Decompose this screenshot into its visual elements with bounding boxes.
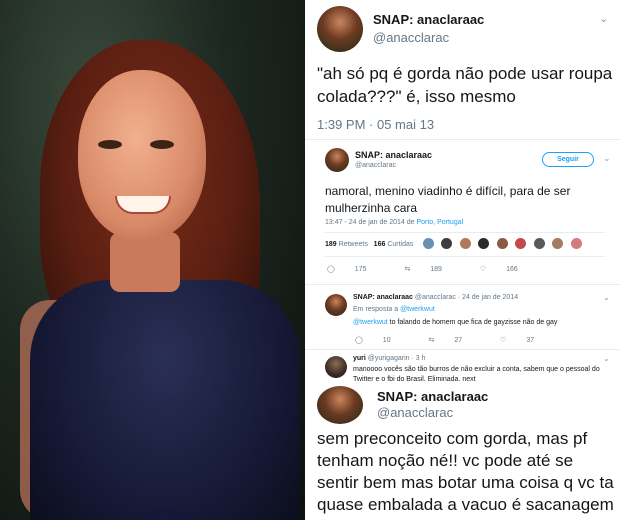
divider xyxy=(305,139,620,140)
divider xyxy=(305,284,620,285)
chevron-down-icon[interactable]: ⌄ xyxy=(603,153,611,164)
reply-count: 10 xyxy=(382,337,391,344)
retweet-count: 189 xyxy=(430,266,442,273)
display-name[interactable]: yuri xyxy=(353,355,366,362)
photo-dress xyxy=(30,280,300,520)
reply-button[interactable]: ◯ 175 xyxy=(327,265,384,273)
tweet-meta: 13:47 - 24 de jan de 2014 de Porto, Port… xyxy=(325,219,463,226)
in-reply-to: Em resposta a @twerkwut xyxy=(353,306,435,313)
avatar[interactable] xyxy=(515,238,527,249)
likers-avatars xyxy=(423,238,585,250)
reply-body: to falando de homem que fica de gayzisse… xyxy=(387,319,558,326)
user-handle[interactable]: @anacclarac xyxy=(377,405,453,420)
retweet-label: Retweets xyxy=(338,241,368,248)
like-count[interactable]: 166 xyxy=(374,241,386,248)
reply-text: @twerkwut to falando de homem que fica d… xyxy=(353,319,557,326)
photo-eye-right xyxy=(150,140,174,149)
chevron-down-icon[interactable]: ⌄ xyxy=(603,293,610,302)
reply-icon: ◯ xyxy=(327,266,335,273)
in-reply-prefix: Em resposta a xyxy=(353,306,401,313)
reply-header: yuri @yurigagarin · 3 h xyxy=(353,355,426,362)
profile-photo xyxy=(0,0,305,520)
user-handle[interactable]: @anacclarac xyxy=(373,30,449,45)
tweet-actions: ◯ 175 ⇆ 189 ♡ 166 xyxy=(327,265,554,273)
reply-actions: ◯ 10 ⇆ 27 ♡ 37 xyxy=(355,336,570,344)
retweet-button[interactable]: ⇆ 189 xyxy=(404,265,460,273)
reply-button[interactable]: ◯ 10 xyxy=(355,336,409,344)
avatar[interactable] xyxy=(570,238,582,249)
avatar[interactable] xyxy=(533,238,545,249)
follow-button[interactable]: Seguir xyxy=(542,152,594,167)
retweet-button[interactable]: ⇆ 27 xyxy=(429,336,481,344)
like-count: 37 xyxy=(526,337,535,344)
user-handle[interactable]: @anacclarac xyxy=(355,162,396,169)
reply-header: SNAP: anaclaraac @anacclarac · 24 de jan… xyxy=(353,294,518,301)
reply-icon: ◯ xyxy=(355,337,363,344)
avatar[interactable] xyxy=(459,238,471,249)
avatar[interactable] xyxy=(423,238,434,249)
chevron-down-icon[interactable]: ⌄ xyxy=(603,354,610,363)
like-count: 166 xyxy=(506,266,518,273)
avatar[interactable] xyxy=(317,6,363,52)
like-button[interactable]: ♡ 37 xyxy=(500,336,552,344)
mention-link[interactable]: @twerkwut xyxy=(400,306,435,313)
tweet-timestamp[interactable]: 1:39 PM · 05 mai 13 xyxy=(317,117,434,132)
heart-icon: ♡ xyxy=(500,337,507,344)
avatar[interactable] xyxy=(325,356,347,378)
photo-eye-left xyxy=(98,140,122,149)
user-handle[interactable]: @anacclarac · 24 de jan de 2014 xyxy=(415,294,518,301)
avatar[interactable] xyxy=(317,386,363,424)
avatar[interactable] xyxy=(478,238,490,249)
reply-text-line: manoooo vocês são tão burros de não excl… xyxy=(353,366,600,373)
display-name[interactable]: SNAP: anaclaraac xyxy=(355,150,432,160)
divider xyxy=(325,232,605,233)
tweet-text: namoral, menino viadinho é difícil, para… xyxy=(325,184,571,215)
display-name[interactable]: SNAP: anaclaraac xyxy=(353,294,413,301)
tweet-text: sem preconceito com gorda, mas pf tenham… xyxy=(317,429,614,514)
avatar[interactable] xyxy=(325,294,347,316)
divider xyxy=(305,349,620,350)
like-button[interactable]: ♡ 166 xyxy=(480,265,536,273)
retweet-icon: ⇆ xyxy=(428,337,435,344)
heart-icon: ♡ xyxy=(479,266,487,273)
engagement-stats: 189 Retweets 166 Curtidas xyxy=(325,241,413,248)
retweet-count: 27 xyxy=(454,337,463,344)
avatar[interactable] xyxy=(325,148,349,172)
avatar[interactable] xyxy=(552,238,564,249)
reply-count: 175 xyxy=(354,266,367,273)
retweet-icon: ⇆ xyxy=(404,266,411,273)
like-label: Curtidas xyxy=(387,241,414,248)
display-name[interactable]: SNAP: anaclaraac xyxy=(377,389,488,404)
retweet-count[interactable]: 189 xyxy=(325,241,337,248)
tweet-text: "ah só pq é gorda não pode usar roupa co… xyxy=(317,64,613,106)
divider xyxy=(325,256,605,257)
photo-face xyxy=(78,70,206,240)
avatar[interactable] xyxy=(496,238,508,249)
tweet-timestamp[interactable]: 13:47 - 24 de jan de 2014 de xyxy=(325,219,416,226)
mention-link[interactable]: @twerkwut xyxy=(353,319,388,326)
reply-text-line: Twitter e o fbi do Brasil. Eliminada. ne… xyxy=(353,376,476,383)
user-handle[interactable]: @yurigagarin · 3 h xyxy=(368,355,426,362)
photo-neck xyxy=(110,232,180,292)
avatar[interactable] xyxy=(441,238,453,249)
tweets-panel: SNAP: anaclaraac @anacclarac ⌄ "ah só pq… xyxy=(305,0,620,520)
location-link[interactable]: Porto, Portugal xyxy=(416,219,463,226)
display-name[interactable]: SNAP: anaclaraac xyxy=(373,12,484,27)
chevron-down-icon[interactable]: ⌄ xyxy=(599,12,608,25)
